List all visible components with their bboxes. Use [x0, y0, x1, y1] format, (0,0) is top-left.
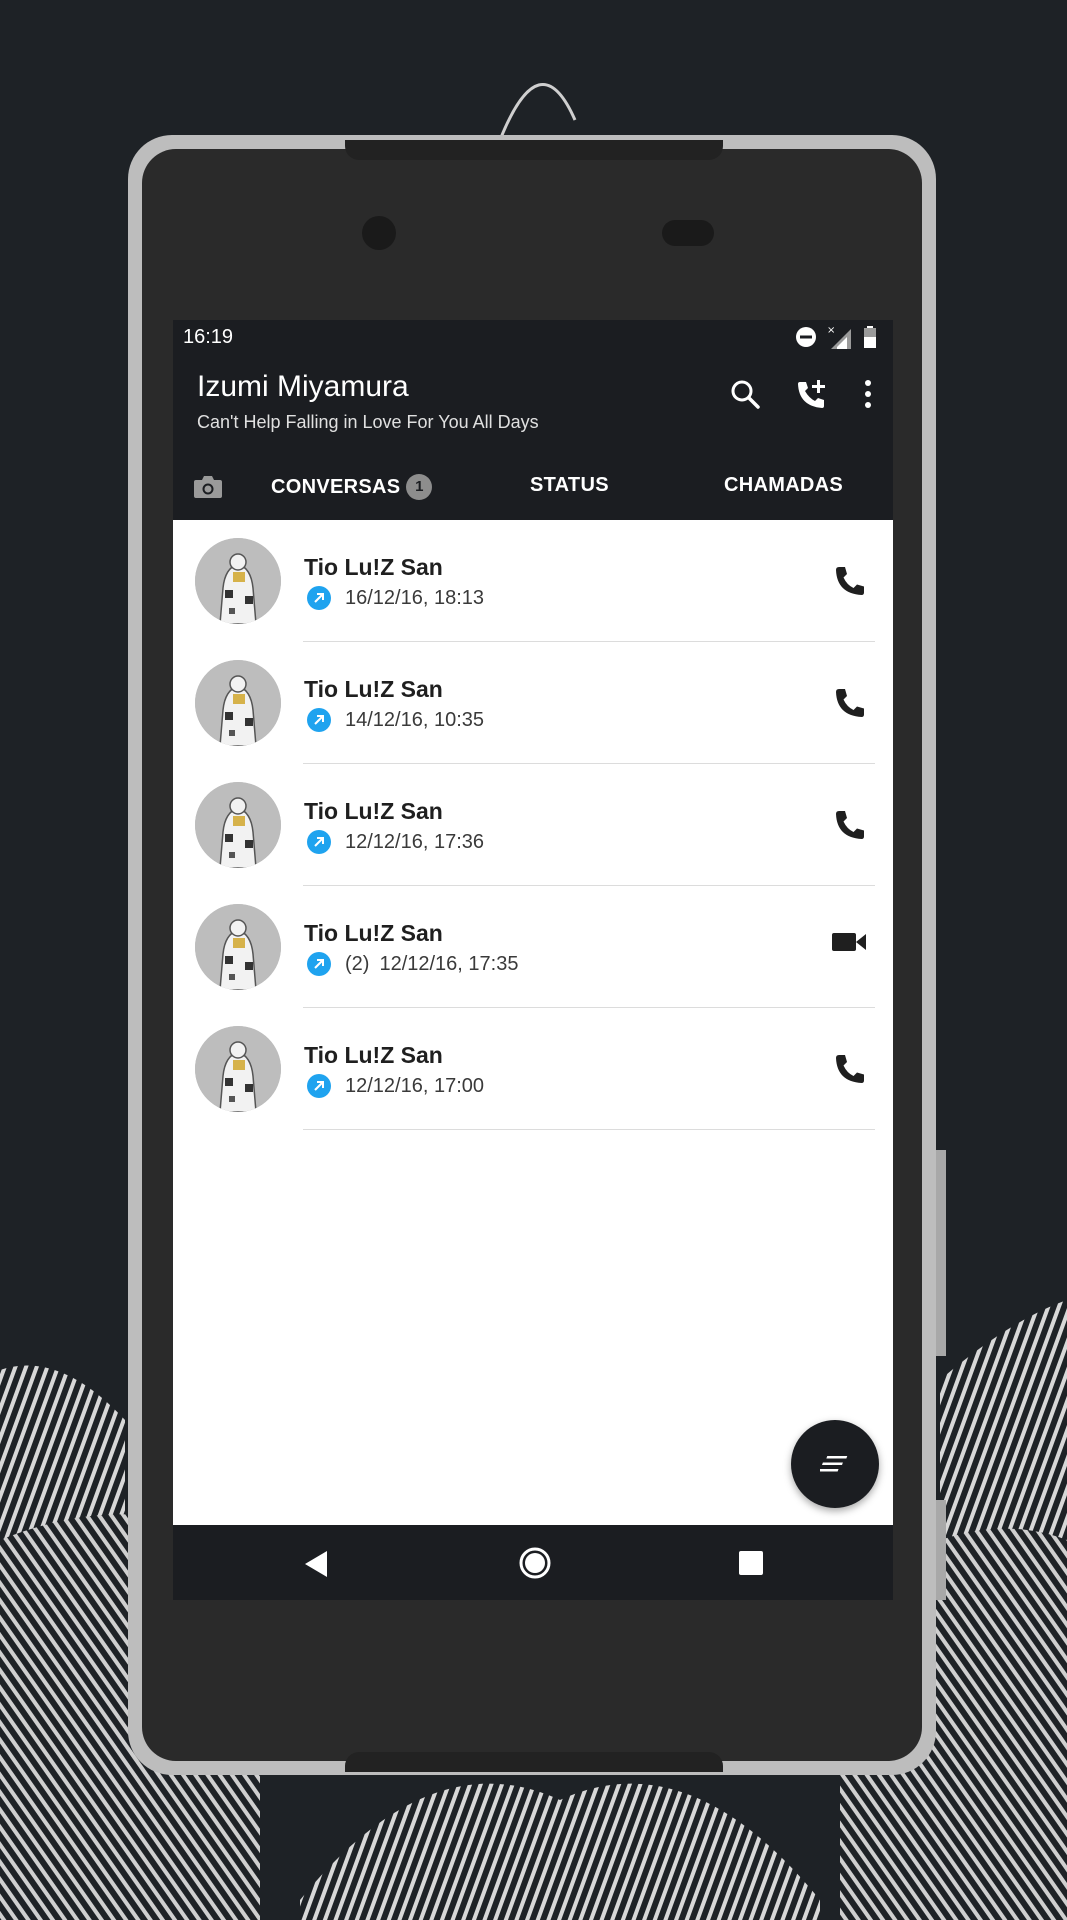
- svg-text:×: ×: [827, 325, 835, 336]
- outgoing-call-icon: [307, 708, 331, 732]
- recent-apps-icon[interactable]: [739, 1551, 763, 1575]
- avatar[interactable]: [195, 660, 281, 746]
- phone-icon: [833, 567, 867, 602]
- navigation-bar: [173, 1525, 893, 1600]
- profile-status: Can't Help Falling in Love For You All D…: [197, 412, 539, 432]
- outgoing-call-icon: [307, 586, 331, 610]
- call-details: 16/12/16, 18:13: [307, 586, 484, 610]
- call-count: (2): [345, 952, 370, 975]
- tab-conversas[interactable]: CONVERSAS 1: [271, 474, 433, 500]
- call-row[interactable]: Tio Lu!Z San 12/12/16, 17:36: [173, 764, 893, 886]
- phone-icon: [833, 811, 867, 846]
- app-bar-actions: [729, 378, 873, 410]
- avatar[interactable]: [195, 538, 281, 624]
- call-row[interactable]: Tio Lu!Z San 16/12/16, 18:13: [173, 520, 893, 642]
- front-camera: [362, 216, 396, 250]
- tab-status[interactable]: STATUS: [530, 474, 609, 497]
- row-divider: [303, 1129, 875, 1130]
- tab-bar: CONVERSAS 1 STATUS CHAMADAS: [173, 456, 893, 620]
- search-icon[interactable]: [729, 378, 761, 410]
- status-time: 16:19: [183, 326, 234, 348]
- new-call-fab[interactable]: [791, 1420, 879, 1508]
- caller-name: Tio Lu!Z San: [304, 554, 443, 580]
- video-camera-icon: [831, 933, 867, 958]
- caller-name: Tio Lu!Z San: [304, 798, 443, 824]
- phone-icon: [833, 1055, 867, 1090]
- signal-icon: ×: [827, 325, 851, 349]
- phone-screen: 16:19 × Izumi Miyamura Can't Help Fallin…: [173, 320, 893, 1600]
- status-bar: 16:19 ×: [173, 320, 893, 356]
- call-row[interactable]: Tio Lu!Z San 12/12/16, 17:00: [173, 1008, 893, 1130]
- outgoing-call-icon: [307, 952, 331, 976]
- app-bar: Izumi Miyamura Can't Help Falling in Lov…: [173, 356, 893, 620]
- avatar[interactable]: [195, 782, 281, 868]
- call-time: 12/12/16, 17:36: [345, 830, 485, 853]
- battery-icon: [864, 326, 876, 348]
- proximity-sensor: [662, 220, 714, 246]
- tab-conversas-label: CONVERSAS: [271, 476, 401, 498]
- call-details: 12/12/16, 17:36: [307, 830, 484, 854]
- call-row[interactable]: Tio Lu!Z San (2) 12/12/16, 17:35: [173, 886, 893, 1008]
- back-icon[interactable]: [303, 1549, 329, 1579]
- tab-chamadas[interactable]: CHAMADAS: [724, 474, 843, 497]
- outgoing-call-icon: [307, 830, 331, 854]
- add-call-icon[interactable]: [795, 378, 829, 410]
- caller-name: Tio Lu!Z San: [304, 920, 443, 946]
- profile-name[interactable]: Izumi Miyamura: [197, 370, 409, 404]
- call-details: (2) 12/12/16, 17:35: [307, 952, 518, 976]
- call-time: 12/12/16, 17:00: [345, 1074, 485, 1097]
- call-details: 12/12/16, 17:00: [307, 1074, 484, 1098]
- call-time: 14/12/16, 10:35: [345, 708, 485, 731]
- outgoing-call-icon: [307, 1074, 331, 1098]
- home-icon[interactable]: [519, 1547, 551, 1579]
- call-details: 14/12/16, 10:35: [307, 708, 484, 732]
- voice-call-button[interactable]: [833, 564, 867, 603]
- call-time: 16/12/16, 18:13: [345, 586, 485, 609]
- caller-name: Tio Lu!Z San: [304, 1042, 443, 1068]
- phone-side-button: [936, 1500, 946, 1600]
- new-call-icon: [820, 1456, 848, 1472]
- phone-top-speaker: [345, 140, 723, 160]
- more-options-icon[interactable]: [863, 379, 873, 409]
- avatar[interactable]: [195, 1026, 281, 1112]
- voice-call-button[interactable]: [833, 686, 867, 725]
- phone-icon: [833, 689, 867, 724]
- call-row[interactable]: Tio Lu!Z San 14/12/16, 10:35: [173, 642, 893, 764]
- call-time: 12/12/16, 17:35: [379, 952, 519, 975]
- status-icons: ×: [795, 325, 877, 349]
- phone-bottom-speaker: [345, 1752, 723, 1772]
- unread-badge: 1: [406, 474, 433, 500]
- video-call-button[interactable]: [831, 930, 867, 959]
- call-list: Tio Lu!Z San 16/12/16, 18:13 Tio Lu!Z Sa…: [173, 520, 893, 1130]
- avatar[interactable]: [195, 904, 281, 990]
- do-not-disturb-icon: [796, 327, 816, 347]
- voice-call-button[interactable]: [833, 808, 867, 847]
- phone-side-button: [936, 1150, 946, 1356]
- caller-name: Tio Lu!Z San: [304, 676, 443, 702]
- voice-call-button[interactable]: [833, 1052, 867, 1091]
- camera-icon[interactable]: [193, 474, 223, 500]
